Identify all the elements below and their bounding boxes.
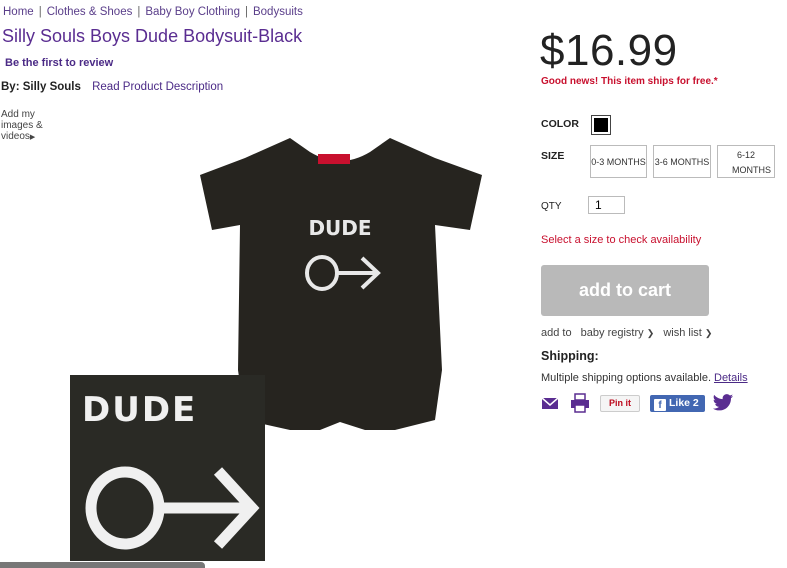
availability-message: Select a size to check availability <box>541 234 702 246</box>
color-swatch-fill <box>594 118 608 132</box>
pinterest-label: Pin it <box>609 398 631 408</box>
twitter-icon[interactable] <box>712 393 734 413</box>
size-option-0-3[interactable]: 0-3 MONTHS <box>590 145 647 178</box>
color-label: COLOR <box>541 118 579 130</box>
review-link[interactable]: Be the first to review <box>5 57 113 69</box>
byline: By: Silly Souls Read Product Description <box>1 81 223 93</box>
shipping-options-text: Multiple shipping options available. <box>541 372 711 384</box>
email-icon[interactable] <box>541 393 559 413</box>
zoom-shirt-text: DUDE <box>82 390 197 430</box>
zoom-preview: DUDE <box>70 375 265 561</box>
baby-registry-link[interactable]: baby registry ❯ <box>581 327 655 339</box>
size-label: SIZE <box>541 150 565 162</box>
price: $16.99 <box>540 26 678 75</box>
baby-registry-label: baby registry <box>580 327 644 339</box>
chevron-right-icon: ❯ <box>646 328 655 338</box>
shirt-text: DUDE <box>308 216 371 240</box>
size-option-3-6[interactable]: 3-6 MONTHS <box>653 145 711 178</box>
breadcrumb-separator: | <box>244 6 248 18</box>
zoom-male-symbol-icon <box>85 466 260 550</box>
shipping-text: Multiple shipping options available. Deta… <box>541 372 748 384</box>
shipping-heading: Shipping: <box>541 349 599 363</box>
add-to-cart-button[interactable]: add to cart <box>541 265 709 316</box>
facebook-icon: f <box>654 399 666 411</box>
facebook-like-label: Like 2 <box>669 397 699 409</box>
wish-list-label: wish list <box>663 327 702 339</box>
breadcrumb-bodysuits[interactable]: Bodysuits <box>253 6 303 18</box>
breadcrumb-home[interactable]: Home <box>3 6 34 18</box>
breadcrumb-clothes-shoes[interactable]: Clothes & Shoes <box>47 6 133 18</box>
print-icon[interactable] <box>570 393 590 413</box>
add-images-link[interactable]: Add my images & videos▶ <box>1 109 61 143</box>
add-to-label: add to <box>541 327 572 339</box>
breadcrumb-baby-boy-clothing[interactable]: Baby Boy Clothing <box>145 6 240 18</box>
shipping-details-link[interactable]: Details <box>714 372 748 384</box>
size-option-6-12[interactable]: 6-12 MONTHS <box>717 145 775 178</box>
breadcrumb-separator: | <box>38 6 42 18</box>
add-images-label: Add my images & videos <box>1 109 43 142</box>
color-swatch-black[interactable] <box>591 115 611 135</box>
add-to-links: add to baby registry ❯ wish list ❯ <box>541 327 712 339</box>
facebook-like-button[interactable]: f Like 2 <box>650 395 705 412</box>
free-shipping-message: Good news! This item ships for free.* <box>541 76 718 87</box>
chevron-right-icon: ❯ <box>704 328 713 338</box>
bottom-bar <box>0 562 205 568</box>
breadcrumb-separator: | <box>137 6 141 18</box>
wish-list-link[interactable]: wish list ❯ <box>663 327 712 339</box>
read-description-link[interactable]: Read Product Description <box>92 81 223 93</box>
qty-label: QTY <box>541 201 562 212</box>
product-title: Silly Souls Boys Dude Bodysuit-Black <box>2 26 303 46</box>
tag-icon <box>318 154 350 164</box>
brand-label: By: Silly Souls <box>1 81 81 93</box>
pinterest-button[interactable]: Pin it <box>600 395 640 412</box>
chevron-right-icon: ▶ <box>29 134 36 141</box>
breadcrumb: Home | Clothes & Shoes | Baby Boy Clothing | B… <box>3 6 303 18</box>
quantity-input[interactable] <box>588 196 625 214</box>
